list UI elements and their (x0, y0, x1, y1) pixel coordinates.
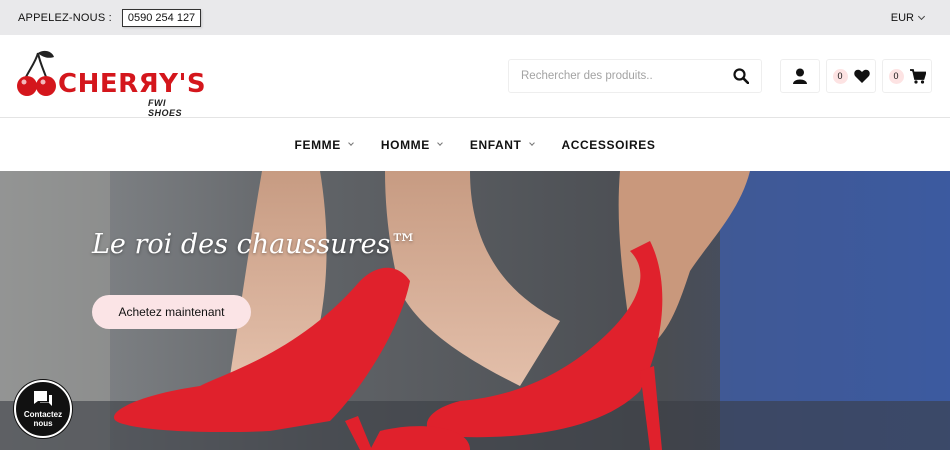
chevron-down-icon (437, 140, 443, 146)
currency-label: EUR (890, 11, 914, 24)
cart-count-badge: 0 (888, 68, 904, 84)
site-logo[interactable]: CHERЯY'S FWI SHOES (16, 49, 206, 118)
chat-label-line2: nous (33, 419, 53, 428)
nav-item-label: ENFANT (469, 137, 522, 152)
chevron-down-icon (917, 12, 926, 20)
top-bar: APPELEZ-NOUS : 0590 254 127 EUR (0, 0, 950, 35)
nav-item-label: HOMME (380, 137, 430, 152)
cart-icon (909, 68, 926, 84)
hero-title: Le roi des chaussures™ (92, 229, 418, 260)
chat-label-line1: Contactez (23, 410, 63, 419)
search-bar (508, 59, 762, 93)
chat-bubble-icon (32, 390, 54, 408)
chat-label: Contactez nous (24, 410, 62, 428)
nav-item-label: ACCESSOIRES (561, 137, 656, 152)
contact-chat-button[interactable]: Contactez nous (14, 380, 72, 438)
nav-item-label: FEMME (294, 137, 341, 152)
currency-selector[interactable]: EUR (890, 11, 926, 24)
nav-item-homme[interactable]: HOMME (380, 137, 443, 152)
nav-item-enfant[interactable]: ENFANT (469, 137, 535, 152)
shop-now-button[interactable]: Achetez maintenant (92, 295, 251, 329)
main-nav: FEMME HOMME ENFANT ACCESSOIRES (0, 118, 950, 171)
chevron-down-icon (348, 140, 354, 146)
search-input[interactable] (521, 70, 733, 82)
chevron-down-icon (528, 140, 535, 146)
phone-number[interactable]: 0590 254 127 (121, 8, 202, 27)
logo-wordmark: CHERЯY'S (58, 69, 207, 99)
cherry-icon (17, 50, 56, 96)
hero-banner: Le roi des chaussures™ Achetez maintenan… (0, 171, 950, 450)
account-button[interactable] (780, 59, 820, 93)
call-us-label: APPELEZ-NOUS : (18, 11, 112, 24)
nav-item-accessoires[interactable]: ACCESSOIRES (562, 138, 656, 152)
user-icon (793, 68, 807, 84)
cart-button[interactable]: 0 (882, 59, 932, 93)
logo-tagline: FWI SHOES (148, 98, 183, 118)
search-icon[interactable] (733, 68, 749, 84)
site-header: CHERЯY'S FWI SHOES 0 0 (0, 35, 950, 118)
heart-icon (853, 69, 870, 83)
nav-item-femme[interactable]: FEMME (294, 137, 354, 152)
wishlist-button[interactable]: 0 (826, 59, 876, 93)
wishlist-count-badge: 0 (832, 68, 848, 84)
